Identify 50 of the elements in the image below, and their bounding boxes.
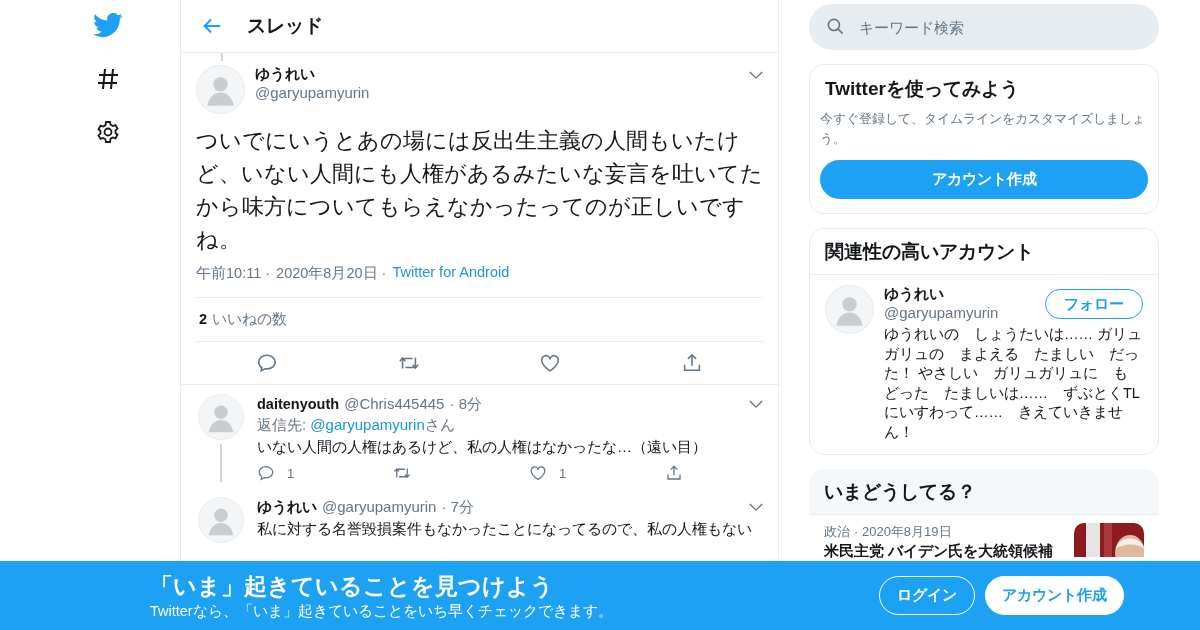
share-icon[interactable]	[665, 464, 683, 482]
user-name[interactable]: daitenyouth	[257, 396, 340, 412]
mention-link[interactable]: @garyupamyurin	[310, 416, 425, 433]
tweet-text: ついでにいうとあの場には反出生主義の人間もいたけど、いない人間にも人権があるみたいな妄言を吐いてたから味方についてもらえなかったってのが正しいですね。	[196, 127, 763, 254]
like-count[interactable]: 2	[199, 311, 208, 327]
user-bio: ゆうれいの しょうたいは…… ガリュガリュの まよえる たましい だった！ やさしい ガリュガリュに もどった たましいは…… ずぶとくTLにいすわって…… きえていきません！	[884, 325, 1143, 442]
tweet-time[interactable]: 午前10:11 ·	[196, 264, 271, 283]
tweet-date[interactable]: 2020年8月20日 ·	[276, 264, 387, 283]
banner-subtitle: Twitterなら、「いま」起きていることをいち早くチェックできます。	[150, 601, 613, 621]
post-age: · 8分	[449, 395, 482, 414]
heart-icon[interactable]	[529, 464, 547, 482]
reply-to-label: 返信先:	[257, 416, 307, 433]
create-account-button[interactable]: アカウント作成	[820, 160, 1148, 199]
post-age: · 7分	[441, 498, 474, 517]
user-name[interactable]: ゆうれい	[255, 65, 315, 84]
reply-icon[interactable]	[255, 352, 278, 374]
chevron-down-icon[interactable]	[749, 503, 763, 512]
follow-button[interactable]: フォロー	[1045, 289, 1143, 319]
source-link[interactable]: Twitter for Android	[392, 264, 510, 283]
search-icon	[826, 17, 845, 36]
chevron-down-icon[interactable]	[749, 400, 763, 409]
bird-logo-icon[interactable]	[93, 13, 123, 38]
reply-text: 私に対する名誉毀損案件もなかったことになってるので、私の人権もない	[257, 519, 753, 539]
trend-headline[interactable]: 米民主党 バイデン氏を大統領候補	[824, 542, 1066, 561]
create-account-button[interactable]: アカウント作成	[985, 576, 1124, 615]
signup-text: 今すぐ登録して、タイムラインをカスタマイズしましょう。	[820, 110, 1146, 148]
like-count: 1	[559, 465, 567, 481]
hashtag-icon[interactable]	[96, 67, 120, 91]
user-handle[interactable]: @garyupamyurin	[884, 304, 999, 321]
user-handle[interactable]: @garyupamyurin	[255, 84, 370, 101]
heart-icon[interactable]	[539, 352, 562, 374]
user-handle[interactable]: @Chris445445	[344, 395, 445, 412]
user-handle[interactable]: @garyupamyurin	[322, 498, 437, 515]
chevron-down-icon[interactable]	[749, 71, 763, 80]
reply-icon[interactable]	[257, 464, 275, 482]
reply-text: いない人間の人権はあるけど、私の人権はなかったな…（遠い目）	[257, 437, 708, 457]
user-name[interactable]: ゆうれい	[884, 285, 944, 304]
honorific-text: さん	[424, 416, 455, 433]
likes-label[interactable]: いいねの数	[212, 310, 288, 329]
user-name[interactable]: ゆうれい	[257, 498, 317, 517]
card-title: Twitterを使ってみよう	[824, 77, 1020, 101]
trend-category: 政治	[824, 523, 850, 541]
search-field[interactable]: キーワード検索	[809, 4, 1159, 50]
thread-line	[219, 444, 222, 482]
banner-title: 「いま」起きていることを見つけよう	[150, 571, 555, 601]
page-title: スレッド	[247, 14, 323, 38]
card-title: 関連性の高いアカウント	[810, 229, 1158, 275]
settings-icon[interactable]	[96, 120, 120, 144]
reply-count: 1	[287, 465, 295, 481]
trend-date: · 2020年8月19日	[854, 523, 952, 541]
